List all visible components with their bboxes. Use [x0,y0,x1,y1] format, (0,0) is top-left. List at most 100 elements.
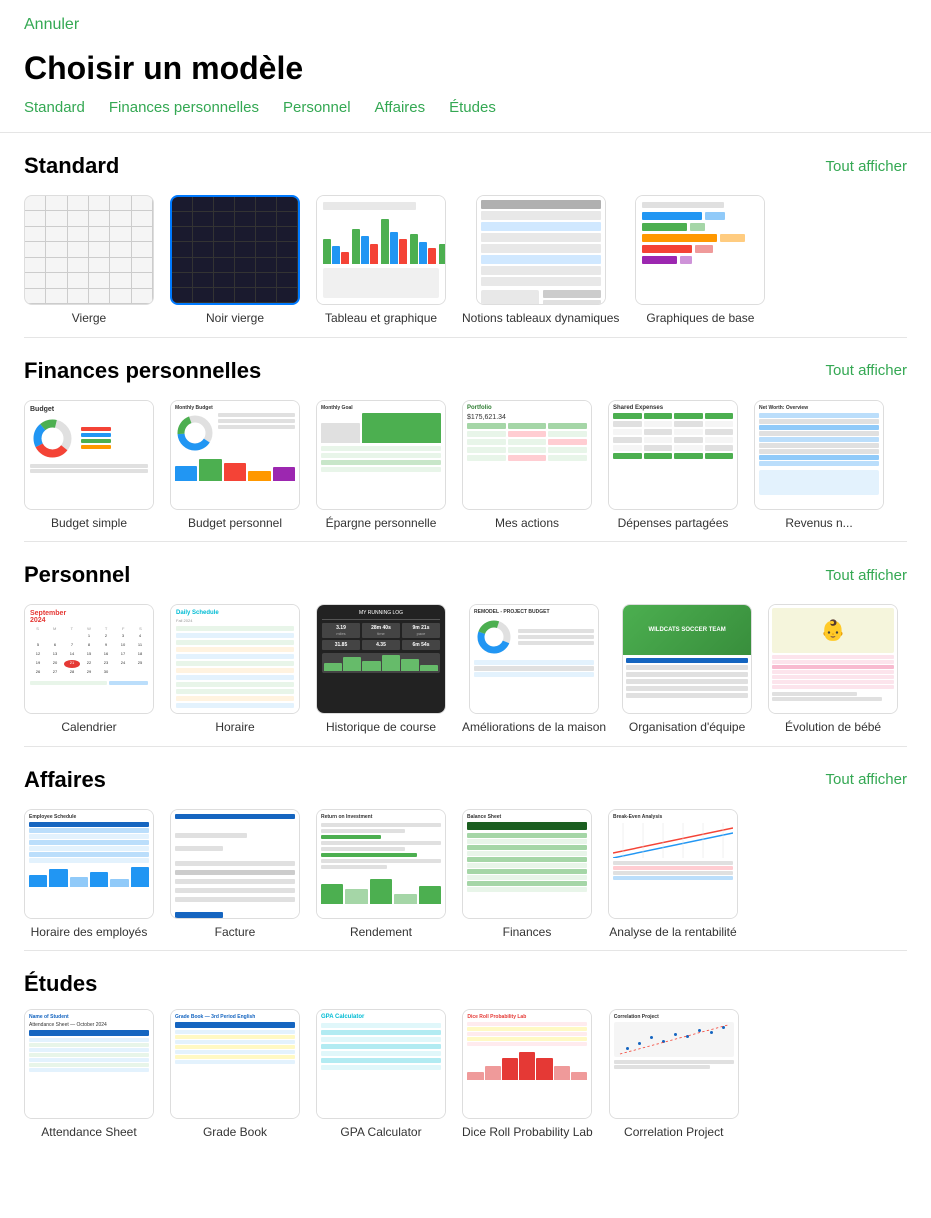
calendrier-label: Calendrier [61,720,116,736]
ameliorations-label: Améliorations de la maison [462,720,606,736]
section-standard: Standard Tout afficher Vierge [0,133,931,337]
template-noir-vierge[interactable]: Noir vierge [170,195,300,327]
depenses-thumb: Shared Expenses [608,400,738,510]
template-epargne[interactable]: Monthly Goal Épargne personnelle [316,400,446,532]
graphiques-thumb [635,195,765,305]
template-ameliorations[interactable]: REMODEL - PROJECT BUDGET [462,604,606,736]
standard-title: Standard [24,153,119,179]
tout-afficher-standard[interactable]: Tout afficher [826,158,907,175]
template-grade-book[interactable]: Grade Book — 3rd Period English Grade Bo… [170,1009,300,1141]
template-budget-personnel[interactable]: Monthly Budget [170,400,300,532]
vierge-label: Vierge [72,311,106,327]
historique-label: Historique de course [326,720,436,736]
budget-personnel-thumb: Monthly Budget [170,400,300,510]
affaires-title: Affaires [24,767,106,793]
budget-simple-thumb: Budget [24,400,154,510]
template-analyse-rentabilite[interactable]: Break-Even Analysis [608,809,738,941]
template-revenus[interactable]: Net Worth: Overview Revenus [754,400,884,532]
category-nav: Standard Finances personnelles Personnel… [0,99,931,133]
tout-afficher-affaires[interactable]: Tout afficher [826,771,907,788]
template-rendement[interactable]: Return on Investment [316,809,446,941]
bebe-label: Évolution de bébé [785,720,881,736]
dice-label: Dice Roll Probability Lab [462,1125,593,1141]
attendance-label: Attendance Sheet [41,1125,136,1141]
facture-thumb [170,809,300,919]
budget-personnel-label: Budget personnel [188,516,282,532]
standard-templates-row: Vierge Noir vierge [24,195,907,327]
template-depenses-partagees[interactable]: Shared Expenses [608,400,738,532]
page-title: Choisir un modèle [0,42,931,99]
budget-simple-label: Budget simple [51,516,127,532]
template-correlation[interactable]: Correlation Project [609,1009,739,1141]
nav-standard[interactable]: Standard [24,99,85,116]
gpa-label: GPA Calculator [340,1125,421,1141]
section-finances: Finances personnelles Tout afficher Budg… [0,338,931,542]
organisation-thumb: WILDCATS SOCCER TEAM [622,604,752,714]
attendance-thumb: Name of Student Attendance Sheet — Octob… [24,1009,154,1119]
calendrier-thumb: September2024 SM TW TF S 1234 567891011 … [24,604,154,714]
dice-thumb: Dice Roll Probability Lab [462,1009,592,1119]
nav-affaires[interactable]: Affaires [375,99,426,116]
annuler-button[interactable]: Annuler [24,16,79,34]
notions-label: Notions tableaux dynamiques [462,311,619,327]
grade-book-thumb: Grade Book — 3rd Period English [170,1009,300,1119]
epargne-label: Épargne personnelle [326,516,437,532]
organisation-label: Organisation d'équipe [629,720,745,736]
tout-afficher-finances[interactable]: Tout afficher [826,362,907,379]
epargne-thumb: Monthly Goal [316,400,446,510]
template-dice-roll[interactable]: Dice Roll Probability Lab [462,1009,593,1141]
rendement-label: Rendement [350,925,412,941]
template-mes-actions[interactable]: Portfolio $175,621.34 [462,400,592,532]
nav-personnel[interactable]: Personnel [283,99,351,116]
template-tableau-graphique[interactable]: Tableau et graphique [316,195,446,327]
finances-templates-row: Budget [24,400,907,532]
horaire-thumb: Daily Schedule Fall 2024 [170,604,300,714]
template-evolution-bebe[interactable]: 👶 Évolution de b [768,604,898,736]
template-facture[interactable]: Facture [170,809,300,941]
notions-thumb [476,195,606,305]
facture-label: Facture [215,925,256,941]
nav-etudes[interactable]: Études [449,99,496,116]
template-historique-course[interactable]: MY RUNNING LOG 3.19 miles 28m 40s time 9… [316,604,446,736]
template-notions-tableaux[interactable]: Notions tableaux dynamiques [462,195,619,327]
personnel-templates-row: September2024 SM TW TF S 1234 567891011 … [24,604,907,736]
personnel-title: Personnel [24,562,130,588]
noir-vierge-thumb [170,195,300,305]
mes-actions-thumb: Portfolio $175,621.34 [462,400,592,510]
rendement-thumb: Return on Investment [316,809,446,919]
template-finances[interactable]: Balance Sheet F [462,809,592,941]
etudes-templates-row: Name of Student Attendance Sheet — Octob… [24,1009,907,1141]
noir-vierge-label: Noir vierge [206,311,264,327]
template-calendrier[interactable]: September2024 SM TW TF S 1234 567891011 … [24,604,154,736]
template-vierge[interactable]: Vierge [24,195,154,327]
template-horaire[interactable]: Daily Schedule Fall 2024 [170,604,300,736]
template-organisation-equipe[interactable]: WILDCATS SOCCER TEAM Organisation d'équi… [622,604,752,736]
template-graphiques-base[interactable]: Graphiques de base [635,195,765,327]
tableau-graphique-thumb [316,195,446,305]
grade-book-label: Grade Book [203,1125,267,1141]
template-attendance[interactable]: Name of Student Attendance Sheet — Octob… [24,1009,154,1141]
section-etudes: Études Name of Student Attendance Sheet … [0,951,931,1151]
bebe-thumb: 👶 [768,604,898,714]
horaire-label: Horaire [215,720,254,736]
template-gpa[interactable]: GPA Calculator GPA Calculator [316,1009,446,1141]
tout-afficher-personnel[interactable]: Tout afficher [826,567,907,584]
horaire-employes-label: Horaire des employés [31,925,148,941]
finances-thumb: Balance Sheet [462,809,592,919]
correlation-thumb: Correlation Project [609,1009,739,1119]
nav-finances-personnelles[interactable]: Finances personnelles [109,99,259,116]
mes-actions-label: Mes actions [495,516,559,532]
analyse-label: Analyse de la rentabilité [609,925,736,941]
revenus-thumb: Net Worth: Overview [754,400,884,510]
template-budget-simple[interactable]: Budget [24,400,154,532]
horaire-employes-thumb: Employee Schedule [24,809,154,919]
gpa-thumb: GPA Calculator [316,1009,446,1119]
graphiques-label: Graphiques de base [646,311,754,327]
depenses-label: Dépenses partagées [618,516,729,532]
vierge-thumb [24,195,154,305]
template-horaire-employes[interactable]: Employee Schedule [24,809,154,941]
ameliorations-thumb: REMODEL - PROJECT BUDGET [469,604,599,714]
correlation-label: Correlation Project [624,1125,723,1141]
section-affaires: Affaires Tout afficher Employee Schedule [0,747,931,951]
tableau-graphique-label: Tableau et graphique [325,311,437,327]
